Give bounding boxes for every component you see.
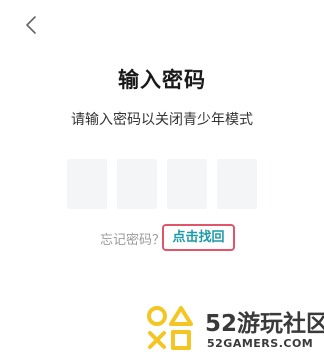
watermark-domain: 52GAMERS.COM: [207, 337, 314, 350]
watermark-logo-icon: [147, 306, 193, 350]
chevron-left-icon: [26, 16, 36, 34]
recover-password-link[interactable]: 点击找回: [162, 224, 235, 251]
back-button[interactable]: [22, 14, 42, 36]
forgot-password-prompt: 忘记密码？: [100, 233, 166, 248]
password-input[interactable]: [67, 159, 257, 209]
page-subtitle: 请输入密码以关闭青少年模式: [71, 112, 253, 128]
code-box-3[interactable]: [167, 159, 207, 209]
forgot-password-row: 忘记密码？ 点击找回: [0, 224, 324, 252]
watermark: 52游玩社区 52GAMERS.COM: [143, 302, 324, 362]
code-box-2[interactable]: [117, 159, 157, 209]
code-box-4[interactable]: [217, 159, 257, 209]
page-title: 输入密码: [118, 68, 206, 92]
watermark-name: 52游玩社区: [205, 311, 324, 337]
code-box-1[interactable]: [67, 159, 107, 209]
